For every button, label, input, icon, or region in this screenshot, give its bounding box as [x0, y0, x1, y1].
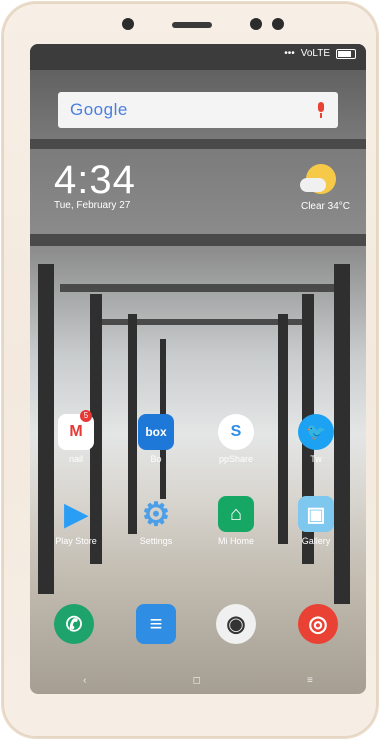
status-bar: ••• VoLTE [284, 48, 356, 59]
mic-icon[interactable] [316, 102, 326, 118]
app-shareme[interactable]: S ppShare [206, 414, 266, 464]
battery-icon [336, 48, 356, 59]
gallery-icon: ▣ [298, 496, 334, 532]
weather-text: Clear 34°C [300, 201, 350, 212]
app-gmail[interactable]: M 5 nail [46, 410, 106, 464]
mi-home-icon: ⌂ [218, 496, 254, 532]
clock-date: Tue, February 27 [54, 200, 131, 211]
sensor-icon [250, 18, 262, 30]
cloud-icon [300, 178, 326, 192]
google-logo: Google [70, 100, 128, 119]
box-icon: box [138, 414, 174, 450]
app-settings[interactable]: ⚙ Settings [126, 496, 186, 546]
app-mi-home[interactable]: ⌂ Mi Home [206, 496, 266, 546]
app-label: Gallery [301, 536, 331, 546]
app-label: Tw [310, 454, 322, 464]
play-store-icon: ▶ [64, 497, 88, 531]
wallpaper-beam [60, 284, 340, 292]
sensor-icon [272, 18, 284, 30]
dock-camera[interactable]: ◉ [206, 604, 266, 644]
wallpaper-beam [90, 319, 310, 325]
twitter-icon: 🐦 [298, 414, 334, 450]
camera-icon: ◉ [216, 604, 256, 644]
messages-icon: ≡ [136, 604, 176, 644]
navigation-bar: ‹ ◻ ≡ [30, 675, 366, 686]
home-icon[interactable]: ◻ [193, 675, 201, 686]
recent-apps-icon[interactable]: ≡ [307, 675, 313, 686]
dock-messages[interactable]: ≡ [126, 604, 186, 644]
dock-phone[interactable]: ✆ [44, 604, 104, 644]
google-search-bar[interactable]: Google [58, 92, 338, 128]
home-screen: ••• VoLTE Google 4:34 Tue, February 27 C… [30, 44, 366, 694]
earpiece [172, 22, 212, 28]
app-label: Bo [150, 454, 162, 464]
back-icon[interactable]: ‹ [83, 675, 86, 686]
phone-frame: ••• VoLTE Google 4:34 Tue, February 27 C… [2, 2, 378, 738]
app-gallery[interactable]: ▣ Gallery [286, 496, 346, 546]
gear-icon: ⚙ [141, 496, 171, 532]
app-play-store[interactable]: ▶ Play Store [46, 496, 106, 547]
dock-chrome[interactable]: ◎ [288, 604, 348, 644]
notification-badge: 5 [80, 410, 92, 422]
app-box[interactable]: box Bo [126, 414, 186, 464]
app-twitter[interactable]: 🐦 Tw [286, 414, 346, 464]
app-label: Play Store [55, 536, 97, 546]
chrome-icon: ◎ [298, 604, 338, 644]
wallpaper-beam [30, 234, 366, 246]
signal-icon: ••• [284, 48, 295, 59]
app-label: Settings [139, 536, 173, 546]
app-label: Mi Home [217, 536, 254, 546]
front-camera-icon [122, 18, 134, 30]
network-label: VoLTE [300, 48, 330, 59]
clock-time[interactable]: 4:34 [54, 158, 136, 203]
shareme-icon: S [218, 414, 254, 450]
app-label: nail [68, 454, 83, 464]
wallpaper-beam [30, 139, 366, 149]
app-label: ppShare [218, 454, 254, 464]
phone-icon: ✆ [54, 604, 94, 644]
